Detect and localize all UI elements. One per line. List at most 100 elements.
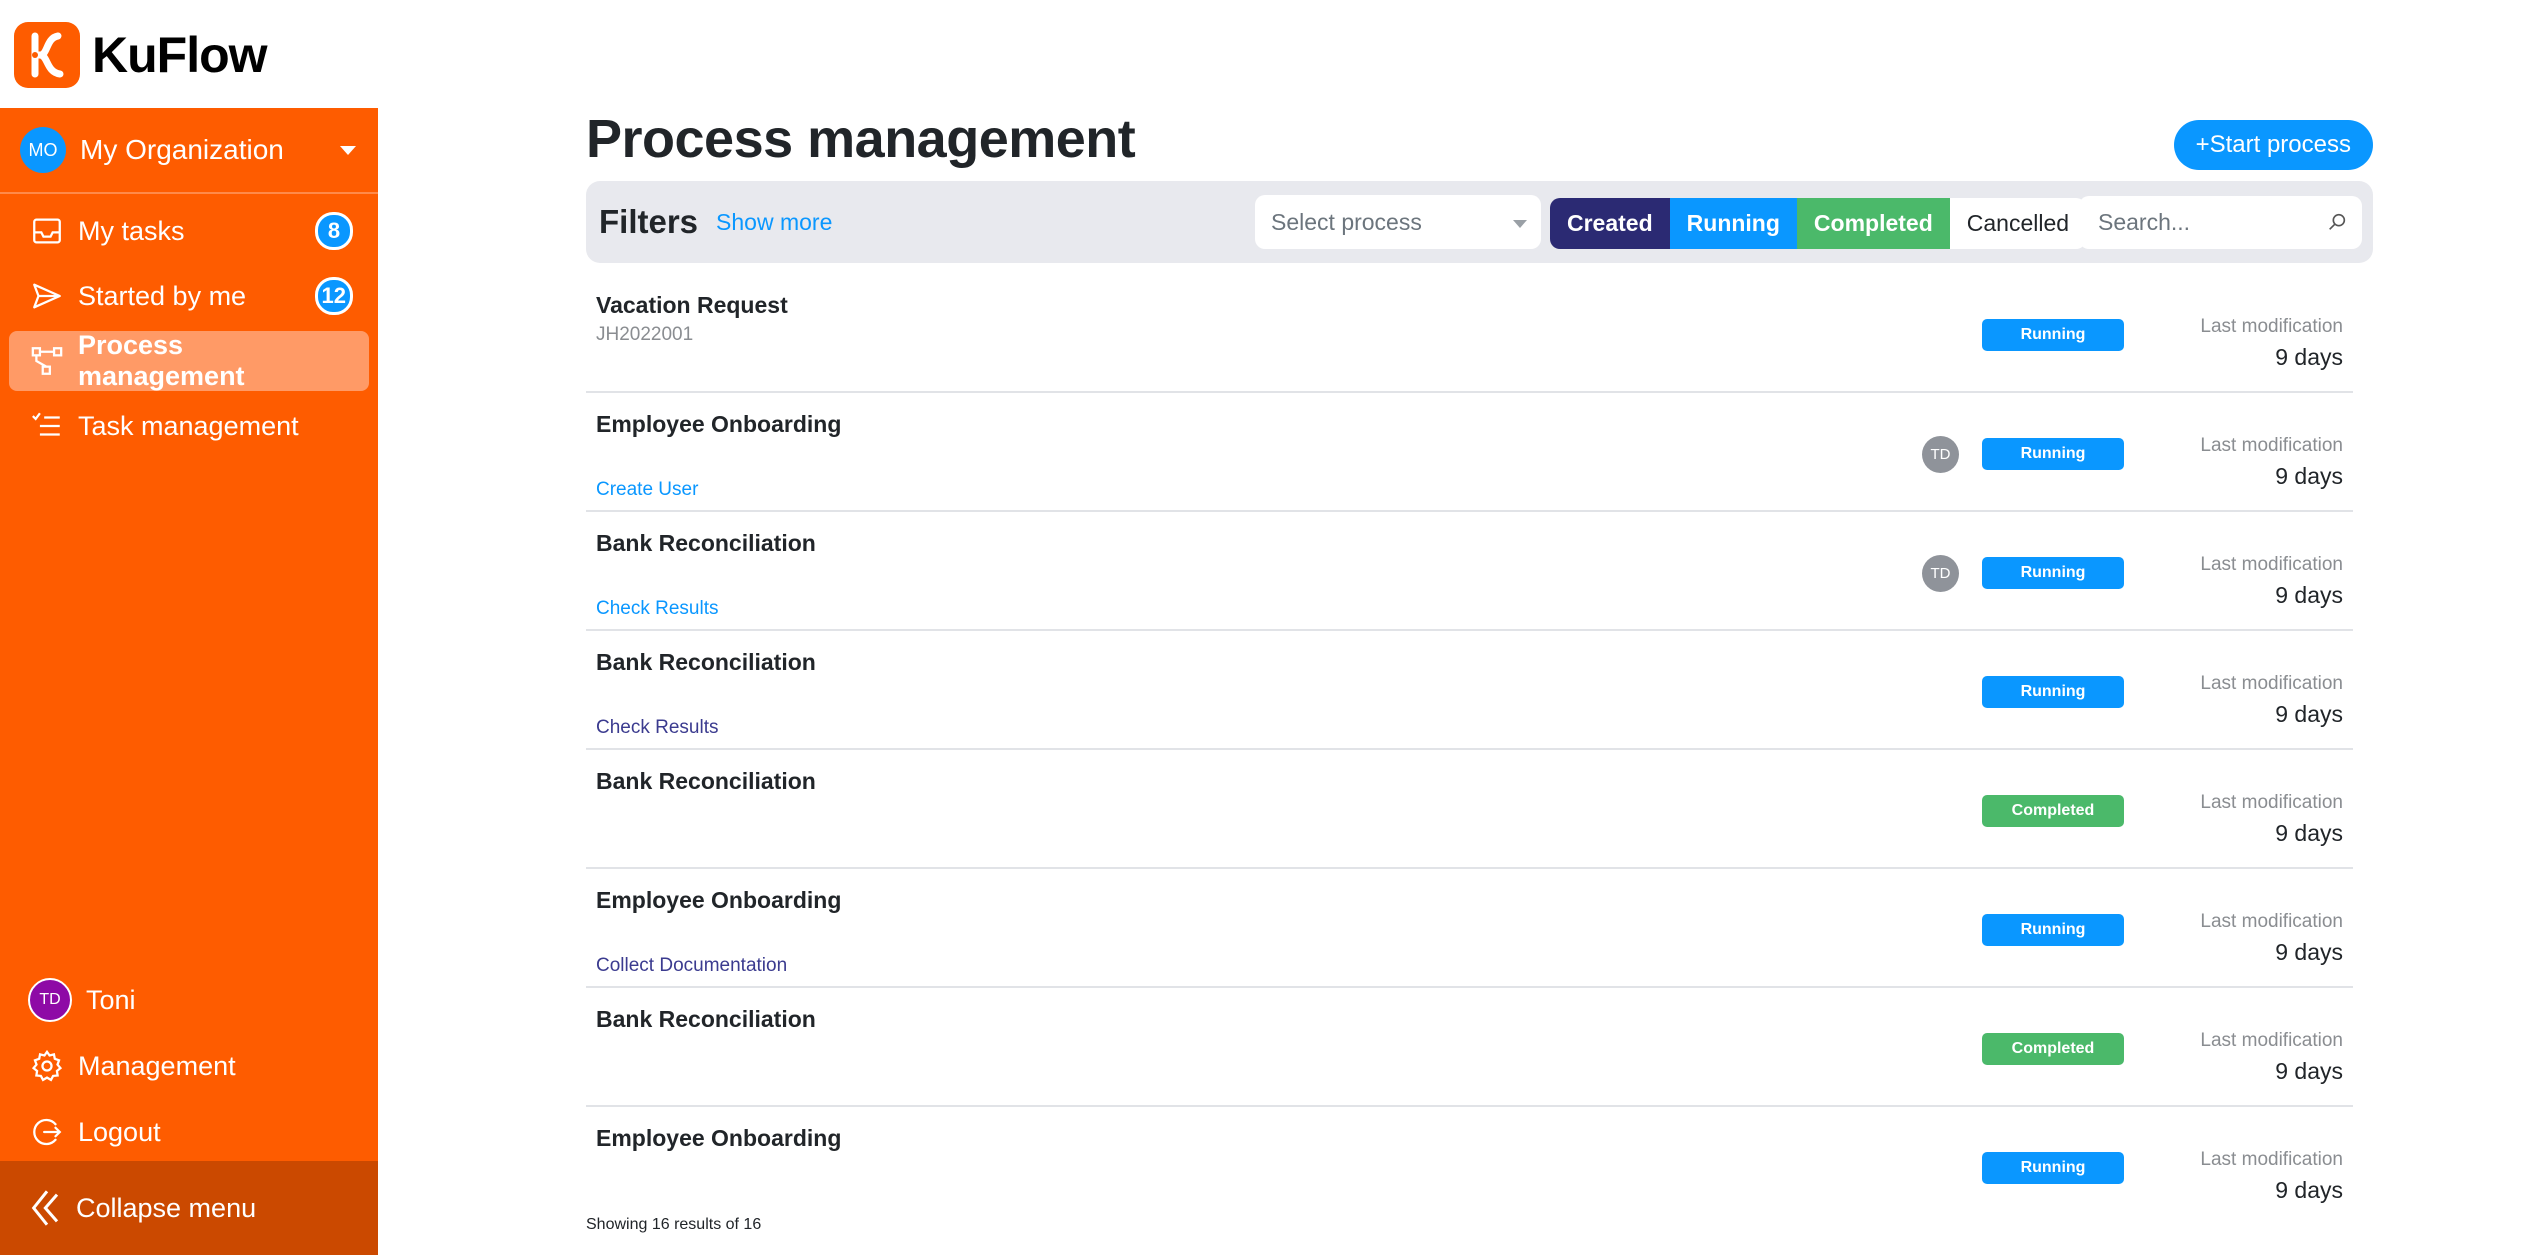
last-modification-value: 9 days <box>2275 463 2343 489</box>
process-subtitle: JH2022001 <box>596 324 694 345</box>
task-link[interactable]: Check Results <box>596 598 719 620</box>
last-modification-value: 9 days <box>2275 582 2343 608</box>
filters-title: Filters <box>599 203 699 240</box>
inbox-icon <box>33 218 61 244</box>
organization-name: My Organization <box>80 134 284 165</box>
logout-button[interactable]: Logout <box>9 1101 369 1163</box>
last-modification: Last modification 9 days <box>2200 554 2343 609</box>
last-modification: Last modification 9 days <box>2200 435 2343 490</box>
task-list-icon <box>32 412 60 436</box>
process-title: Employee Onboarding <box>596 411 842 437</box>
assignee-avatar: TD <box>1922 436 1959 473</box>
status-filter-completed[interactable]: Completed <box>1796 198 1950 249</box>
search-box <box>2079 196 2362 249</box>
sidebar-item-process-management[interactable]: Process management <box>9 330 369 391</box>
sidebar-item-label: Started by me <box>78 280 247 311</box>
kuflow-logo-icon <box>14 22 80 88</box>
sidebar-item-started-by-me[interactable]: Started by me 12 <box>9 266 369 326</box>
last-modification-label: Last modification <box>2200 435 2343 456</box>
process-row[interactable]: Bank Reconciliation Check Results Runnin… <box>586 631 2353 750</box>
task-link[interactable]: Check Results <box>596 717 719 739</box>
last-modification-label: Last modification <box>2200 911 2343 932</box>
last-modification-label: Last modification <box>2200 1030 2343 1051</box>
last-modification-label: Last modification <box>2200 554 2343 575</box>
chevron-down-icon <box>340 146 356 155</box>
process-row[interactable]: Bank Reconciliation Check Results TD Run… <box>586 512 2353 631</box>
last-modification-value: 9 days <box>2275 1177 2343 1203</box>
user-avatar: TD <box>28 978 72 1022</box>
sidebar-bottom: TD Toni Management Logout <box>0 965 378 1167</box>
status-badge: Running <box>1982 676 2124 708</box>
last-modification-label: Last modification <box>2200 316 2343 337</box>
process-title: Employee Onboarding <box>596 1125 842 1151</box>
process-title: Bank Reconciliation <box>596 1006 816 1032</box>
last-modification: Last modification 9 days <box>2200 792 2343 847</box>
user-profile[interactable]: TD Toni <box>9 969 369 1031</box>
process-title: Bank Reconciliation <box>596 768 816 794</box>
last-modification-label: Last modification <box>2200 1149 2343 1170</box>
double-chevron-left-icon <box>31 1190 59 1226</box>
sidebar-item-label: My tasks <box>78 215 185 246</box>
status-badge: Running <box>1982 914 2124 946</box>
process-row[interactable]: Employee Onboarding Create User TD Runni… <box>586 393 2353 512</box>
process-row[interactable]: Employee Onboarding Collect Documentatio… <box>586 869 2353 988</box>
process-title: Vacation Request <box>596 292 788 318</box>
last-modification: Last modification 9 days <box>2200 1030 2343 1085</box>
organization-selector[interactable]: MO My Organization <box>0 108 378 194</box>
sidebar-item-task-management[interactable]: Task management <box>9 396 369 456</box>
process-select[interactable]: Select process <box>1255 195 1541 249</box>
collapse-menu-button[interactable]: Collapse menu <box>0 1161 378 1255</box>
kuflow-logo[interactable]: KuFlow <box>14 22 268 88</box>
status-badge: Completed <box>1982 795 2124 827</box>
status-badge: Running <box>1982 319 2124 351</box>
last-modification: Last modification 9 days <box>2200 911 2343 966</box>
process-title: Employee Onboarding <box>596 887 842 913</box>
status-badge: Completed <box>1982 1033 2124 1065</box>
sidebar-item-label: Management <box>78 1050 236 1081</box>
status-filter-cancelled[interactable]: Cancelled <box>1949 198 2087 249</box>
search-input[interactable] <box>2096 208 2320 237</box>
logout-icon <box>33 1118 62 1146</box>
status-filter-running[interactable]: Running <box>1669 198 1797 249</box>
filters-bar: Filters Show more Select process Created… <box>586 181 2373 263</box>
process-title: Bank Reconciliation <box>596 530 816 556</box>
start-process-button[interactable]: +Start process <box>2173 120 2373 170</box>
sidebar: MO My Organization My tasks 8 Started by… <box>0 108 378 1255</box>
last-modification: Last modification 9 days <box>2200 316 2343 371</box>
page-title: Process management <box>586 109 1136 169</box>
sidebar-item-management[interactable]: Management <box>9 1035 369 1097</box>
status-filter-created[interactable]: Created <box>1550 198 1670 249</box>
results-count: Showing 16 results of 16 <box>586 1216 762 1233</box>
last-modification: Last modification 9 days <box>2200 1149 2343 1204</box>
task-link[interactable]: Collect Documentation <box>596 955 787 977</box>
process-row[interactable]: Vacation Request JH2022001 Running Last … <box>586 274 2353 393</box>
last-modification-label: Last modification <box>2200 673 2343 694</box>
sidebar-item-label: Task management <box>78 410 299 441</box>
process-row[interactable]: Employee Onboarding Running Last modific… <box>586 1107 2353 1224</box>
status-filter-group: Created Running Completed Cancelled <box>1550 198 2087 249</box>
assignee-avatar: TD <box>1922 555 1959 592</box>
last-modification: Last modification 9 days <box>2200 673 2343 728</box>
last-modification-value: 9 days <box>2275 820 2343 846</box>
send-icon <box>33 283 61 309</box>
process-select-placeholder: Select process <box>1271 208 1422 235</box>
search-icon[interactable] <box>2326 211 2348 233</box>
sidebar-item-label: Logout <box>78 1116 161 1147</box>
status-badge: Running <box>1982 438 2124 470</box>
started-by-me-count-badge: 12 <box>314 277 353 315</box>
task-link[interactable]: Create User <box>596 479 698 501</box>
process-row[interactable]: Bank Reconciliation Completed Last modif… <box>586 988 2353 1107</box>
process-list: Vacation Request JH2022001 Running Last … <box>586 274 2353 1224</box>
sidebar-item-label: Process management <box>78 330 245 391</box>
last-modification-value: 9 days <box>2275 1058 2343 1084</box>
user-name: Toni <box>86 984 136 1015</box>
last-modification-value: 9 days <box>2275 701 2343 727</box>
last-modification-value: 9 days <box>2275 344 2343 370</box>
sidebar-item-my-tasks[interactable]: My tasks 8 <box>9 201 369 261</box>
show-more-link[interactable]: Show more <box>716 209 832 236</box>
process-row[interactable]: Bank Reconciliation Completed Last modif… <box>586 750 2353 869</box>
last-modification-value: 9 days <box>2275 939 2343 965</box>
process-flow-icon <box>31 347 63 375</box>
brand-name: KuFlow <box>92 27 268 83</box>
organization-avatar: MO <box>20 127 66 173</box>
